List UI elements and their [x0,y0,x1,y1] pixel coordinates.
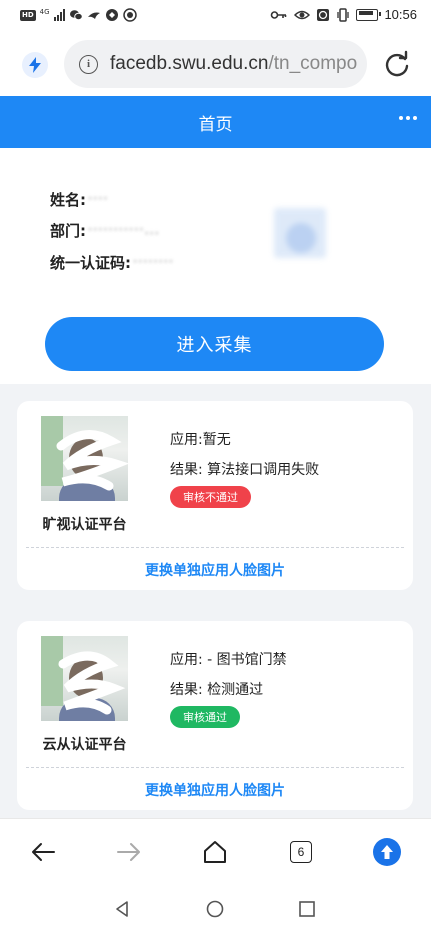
user-info-section: 姓名: ···· 部门: ···········... 统一认证码: ·····… [0,148,431,384]
platform-card-list: 旷视认证平台 应用:暂无 结果: 算法接口调用失败 审核不通过 更换单独应用人脸… [0,384,431,818]
status-left-icons: HD 4G [20,8,137,22]
hd-badge: HD [20,9,36,21]
alarm-icon [317,8,330,21]
department-value: ···········... [88,223,160,238]
url-text[interactable]: facedb.swu.edu.cn/tn_compo [110,53,357,75]
clock: 10:56 [384,7,417,22]
status-badge: 审核不通过 [170,486,251,508]
home-icon[interactable] [200,837,230,867]
vibrate-icon [337,7,350,22]
reload-icon[interactable] [383,50,411,78]
status-right-icons: 10:56 [270,7,417,22]
result-text: 结果: 算法接口调用失败 [170,462,320,478]
divider [26,767,404,768]
back-arrow-icon[interactable] [28,837,58,867]
enter-collection-button[interactable]: 进入采集 [45,317,384,371]
name-value: ···· [88,192,109,207]
key-icon [271,10,287,19]
system-recents-icon[interactable] [297,899,317,919]
system-navigation-bar [0,886,431,932]
browser-address-row: i facedb.swu.edu.cn/tn_compo [0,32,431,96]
auth-code-row: 统一认证码: ········ [50,252,174,273]
application-text: 应用:暂无 [170,432,231,448]
browser-toolbar: 6 [0,818,431,887]
status-badge: 审核通过 [170,706,240,728]
battery-icon [356,8,382,21]
tabs-button[interactable]: 6 [286,837,316,867]
signal-icon [53,9,65,21]
platform-card: 旷视认证平台 应用:暂无 结果: 算法接口调用失败 审核不通过 更换单独应用人脸… [17,401,413,590]
bird-icon [87,12,100,19]
wechat-icon [69,10,83,21]
eye-icon [294,10,311,19]
auth-code-label: 统一认证码: [50,254,131,272]
info-icon[interactable]: i [79,54,98,74]
upload-arrow-icon[interactable] [372,837,402,867]
name-row: 姓名: ···· [50,189,109,210]
face-photo [41,416,128,501]
face-photo [41,636,128,721]
url-host: facedb.swu.edu.cn [110,53,269,74]
name-label: 姓名: [50,191,86,209]
user-photo [266,203,336,263]
address-bar[interactable]: i facedb.swu.edu.cn/tn_compo [64,40,367,88]
result-text: 结果: 检测通过 [170,682,264,698]
shield-icon [122,8,137,22]
network-type: 4G [39,7,50,16]
status-bar: HD 4G 10:56 [0,0,431,32]
change-face-link[interactable]: 更换单独应用人脸图片 [17,780,413,800]
auth-code-value: ········ [133,255,175,270]
forward-arrow-icon[interactable] [114,837,144,867]
system-back-icon[interactable] [112,899,132,919]
change-face-link[interactable]: 更换单独应用人脸图片 [17,560,413,580]
application-text: 应用: - 图书馆门禁 [170,652,287,668]
tab-count: 6 [290,841,312,863]
page-title: 首页 [198,115,233,135]
platform-card: 云从认证平台 应用: - 图书馆门禁 结果: 检测通过 审核通过 更换单独应用人… [17,621,413,810]
page-header: 首页 [0,96,431,148]
system-home-icon[interactable] [205,899,225,919]
more-icon[interactable] [399,116,417,120]
url-path: /tn_compo [268,53,358,74]
platform-name: 旷视认证平台 [42,517,127,533]
app-icon [105,9,118,21]
platform-name: 云从认证平台 [42,737,127,753]
divider [26,547,404,548]
department-label: 部门: [50,222,86,240]
department-row: 部门: ···········... [50,220,160,241]
lightning-icon[interactable] [22,52,48,78]
